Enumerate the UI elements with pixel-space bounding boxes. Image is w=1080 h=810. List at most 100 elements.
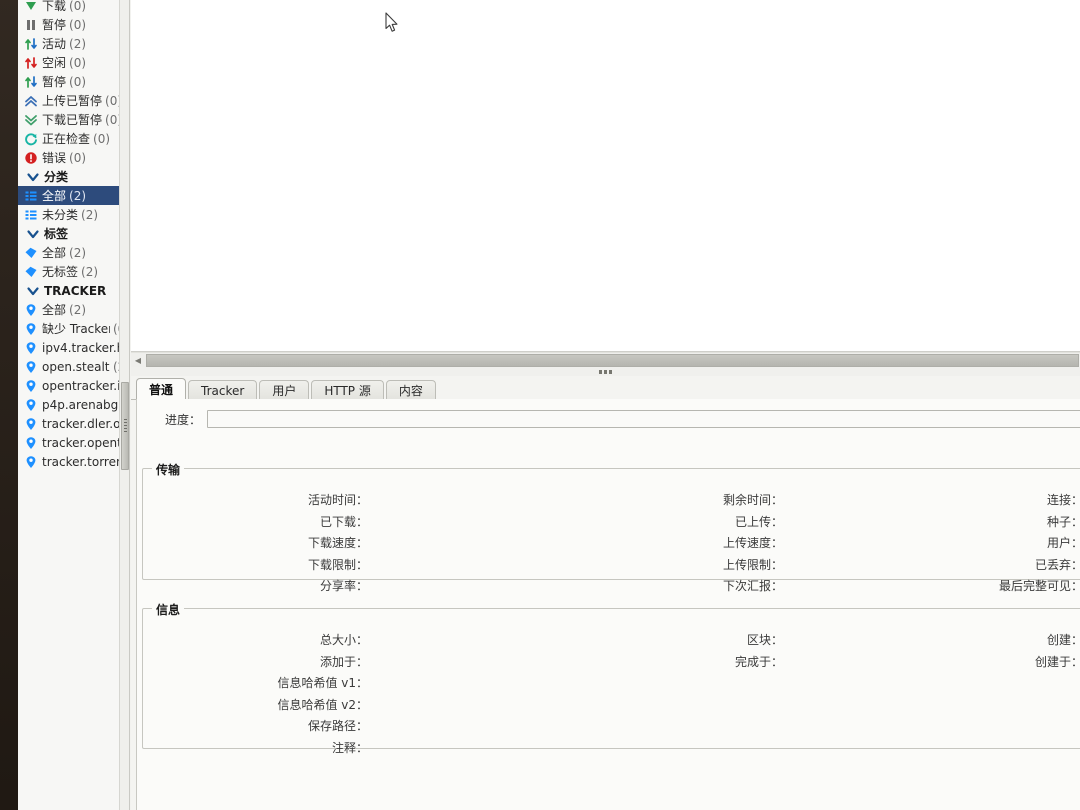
sidebar-item-11[interactable]: 未分类 (2) [18, 205, 129, 224]
progress-bar [207, 410, 1080, 428]
field-label: 创建于： [1034, 654, 1080, 669]
sidebar-item-label: TRACKER [44, 283, 107, 298]
information-col1-field-4: 保存路径： [143, 717, 368, 734]
sidebar-item-label: 全部 [42, 189, 67, 203]
sidebar-item-3[interactable]: 空闲 (0) [18, 53, 129, 72]
splitter-grip-icon [598, 369, 613, 374]
field-label: 种子： [1046, 514, 1080, 529]
sidebar-item-count: (0) [69, 74, 87, 89]
sidebar-item-label: 分类 [44, 170, 69, 184]
field-label: 保存路径： [307, 719, 368, 733]
sidebar-item-17[interactable]: 缺少 Tracker(0) [18, 319, 129, 338]
transfer-col3-field-2: 用户： [143, 534, 1080, 551]
transfer-col3-field-1: 种子： [143, 513, 1080, 530]
sidebar-item-22[interactable]: tracker.dler.org ... [18, 414, 130, 433]
sidebar-item-14[interactable]: 无标签 (2) [18, 262, 129, 281]
main-area: ◀ 普通 Tracker 用户 HTTP 源 内容 进度： 传输 活动时间： 已下载： 下载… [131, 0, 1080, 810]
checking-refresh-icon [22, 131, 39, 147]
general-tab-panel: 进度： 传输 活动时间： 已下载： 下载速度： 下载限制： 分享率： 剩余时间： 已上传：上… [136, 399, 1080, 810]
tab-4[interactable]: 内容 [385, 380, 436, 400]
download-chevrons-icon [22, 112, 39, 128]
error-icon [22, 150, 39, 166]
sidebar-item-label: 上传已暂停 [42, 94, 103, 108]
filter-group-header[interactable]: 标签 [18, 224, 129, 243]
scroll-left-icon[interactable]: ◀ [131, 353, 145, 367]
sidebar-item-0[interactable]: 下载 (0) [18, 0, 129, 15]
sidebar-item-1[interactable]: 暂停 (0) [18, 15, 129, 34]
sidebar-item-24[interactable]: tracker.torrent.... [18, 452, 129, 471]
tab-3[interactable]: HTTP 源 [311, 380, 384, 400]
tracker-pin-icon [22, 435, 39, 451]
sidebar-item-8[interactable]: 错误 (0) [18, 148, 129, 167]
tracker-pin-icon [22, 321, 39, 337]
tab-label: 普通 [149, 383, 174, 397]
field-label: 创建： [1046, 633, 1080, 647]
sidebar-item-label: tracker.torrent.... [42, 454, 129, 469]
tab-1[interactable]: Tracker [188, 380, 258, 400]
sidebar-item-21[interactable]: p4p.arenabg.co... [18, 395, 129, 414]
sidebar-item-10[interactable]: 全部 (2) [18, 186, 129, 205]
sidebar-item-18[interactable]: ipv4.tracker.har... [18, 338, 129, 357]
tracker-pin-icon [22, 397, 39, 413]
app-window: 下载 (0) 暂停 (0) 活动 (2) 空闲 (0) 暂停 (0) 上传已暂停 (0) 下载已暂停 (0… [0, 0, 1080, 810]
sidebar-item-label: 错误 [42, 151, 67, 165]
mouse-cursor [385, 12, 399, 33]
sidebar-item-label: 空闲 [42, 56, 67, 70]
sidebar-item-5[interactable]: 上传已暂停 (0) [18, 91, 129, 110]
sidebar-item-19[interactable]: open.stealth.si(2) [18, 357, 129, 376]
tag-icon [22, 264, 39, 280]
sidebar-item-2[interactable]: 活动 (2) [18, 34, 129, 53]
sidebar-item-count: (2) [69, 302, 87, 317]
tab-label: HTTP 源 [324, 384, 371, 398]
sidebar-item-6[interactable]: 下载已暂停 (0) [18, 110, 129, 129]
tracker-pin-icon [22, 340, 39, 356]
sidebar-item-20[interactable]: opentracker.i2p... [18, 376, 129, 395]
scrollbar-grip-icon [124, 419, 127, 432]
tracker-pin-icon [22, 454, 39, 470]
torrent-details-panel: 普通 Tracker 用户 HTTP 源 内容 进度： 传输 活动时间： 已下载： 下载速度… [131, 376, 1080, 810]
sidebar-item-4[interactable]: 暂停 (0) [18, 72, 129, 91]
sidebar-item-label: 标签 [44, 227, 69, 241]
information-col1-field-2: 信息哈希值 v1： [143, 674, 368, 691]
sidebar-item-label: 缺少 Tracker [42, 322, 110, 336]
download-arrow-icon [22, 0, 39, 14]
information-col1-field-5: 注释： [143, 739, 368, 756]
sidebar-item-16[interactable]: 全部 (2) [18, 300, 129, 319]
desktop-left-edge [0, 0, 18, 810]
active-arrows-icon [22, 36, 39, 52]
hscrollbar-thumb[interactable] [146, 353, 1079, 367]
tab-label: 用户 [272, 384, 297, 398]
chevron-down-icon [24, 283, 41, 299]
sidebar-item-label: 暂停 [42, 18, 67, 32]
sidebar-item-7[interactable]: 正在检查 (0) [18, 129, 129, 148]
pause-icon [22, 17, 39, 33]
sidebar-item-count: (0) [69, 17, 87, 32]
transfer-group: 传输 活动时间： 已下载： 下载速度： 下载限制： 分享率： 剩余时间： 已上传： 上传速度：… [142, 461, 1080, 593]
tab-0[interactable]: 普通 [136, 378, 187, 400]
tracker-pin-icon [22, 302, 39, 318]
sidebar-item-count: (2) [81, 264, 99, 279]
field-label: 连接： [1046, 493, 1080, 507]
tab-2[interactable]: 用户 [259, 380, 310, 400]
field-label: 用户： [1046, 536, 1080, 550]
sidebar-scrollbar[interactable] [119, 0, 129, 810]
information-group: 信息 总大小： 添加于： 信息哈希值 v1： 信息哈希值 v2： 保存路径： 注释： 区块：… [142, 601, 1080, 755]
progress-label: 进度： [164, 412, 201, 427]
sidebar-item-count: (0) [93, 131, 111, 146]
sidebar-item-label: tracker.opentra... [42, 435, 129, 450]
tracker-pin-icon [22, 378, 39, 394]
torrent-list-hscrollbar[interactable]: ◀ [131, 352, 1080, 367]
sidebar-scrollbar-thumb[interactable] [121, 382, 129, 470]
tracker-pin-icon [22, 416, 39, 432]
torrent-list[interactable] [131, 0, 1080, 352]
sidebar-item-label: tracker.dler.org ... [42, 416, 130, 431]
tag-icon [22, 245, 39, 261]
sidebar-item-23[interactable]: tracker.opentra... [18, 433, 129, 452]
sidebar-item-13[interactable]: 全部 (2) [18, 243, 129, 262]
details-tabbar: 普通 Tracker 用户 HTTP 源 内容 [136, 378, 438, 400]
panel-splitter[interactable] [131, 367, 1080, 376]
filter-group-header[interactable]: TRACKER [18, 281, 129, 300]
filter-group-header[interactable]: 分类 [18, 167, 129, 186]
tracker-pin-icon [22, 359, 39, 375]
sidebar-item-label: 未分类 [42, 208, 79, 222]
